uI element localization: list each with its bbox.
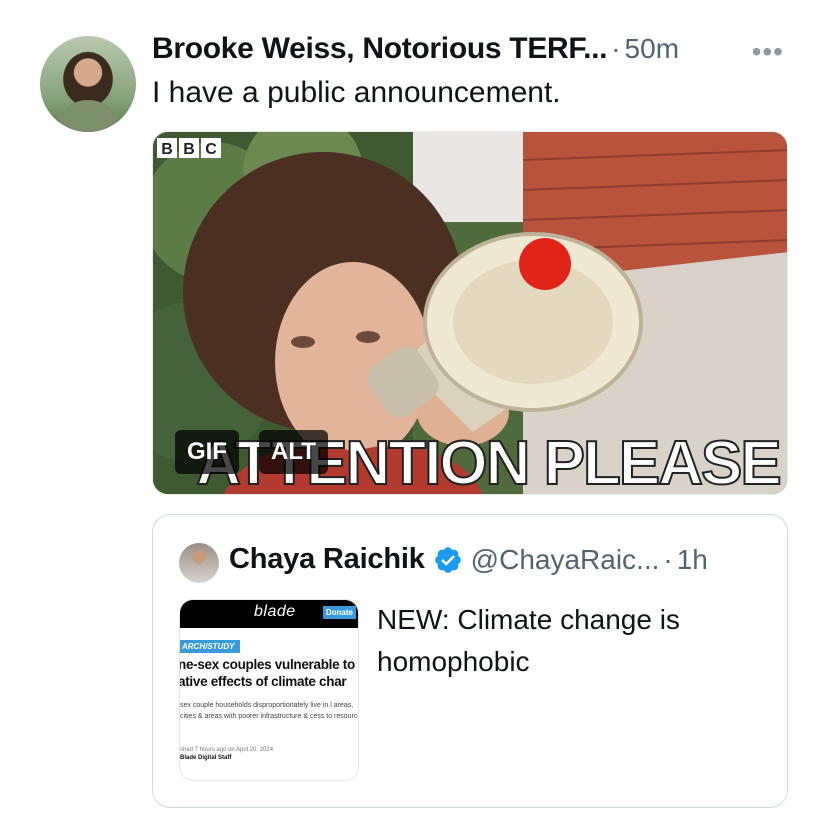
more-icon[interactable]: •••: [752, 36, 784, 68]
quote-author-handle[interactable]: @ChayaRaic...: [471, 544, 660, 576]
quote-author-name[interactable]: Chaya Raichik: [229, 543, 425, 576]
gif-frame: B B C ATTENTION PLEASE: [153, 132, 787, 494]
category-tag: ARCH/STUDY: [180, 640, 241, 653]
article-subhead: sex couple households disproportionately…: [180, 702, 359, 720]
quote-author-avatar[interactable]: [179, 543, 219, 583]
author-name[interactable]: Brooke Weiss, Notorious TERF...: [152, 32, 608, 66]
separator-dot: ·: [663, 543, 673, 575]
article-headline: ne-sex couples vulnerable to ative effec…: [179, 657, 355, 689]
quoted-tweet[interactable]: Chaya Raichik @ChayaRaic... · 1h blade D…: [152, 514, 788, 808]
quote-timestamp[interactable]: 1h: [677, 544, 708, 576]
byline-author: Blade Digital Staff: [180, 755, 232, 761]
gif-badge[interactable]: GIF: [175, 430, 239, 474]
tweet-text: I have a public announcement.: [152, 76, 561, 109]
blade-logo: blade: [254, 603, 296, 620]
quote-media-thumbnail[interactable]: blade Donate ARCH/STUDY ne-sex couples v…: [179, 599, 359, 781]
alt-badge[interactable]: ALT: [259, 430, 328, 474]
donate-label: Donate: [322, 606, 356, 619]
article-byline: shed 7 hours ago on April 20, 2024 Blade…: [180, 746, 358, 762]
quote-text: NEW: Climate change is homophobic: [377, 604, 680, 677]
tweet-media-gif[interactable]: B B C ATTENTION PLEASE GIF ALT: [152, 131, 788, 495]
tweet-header: Brooke Weiss, Notorious TERF... · 50m: [152, 32, 679, 66]
separator-dot: ·: [611, 33, 621, 64]
svg-text:B: B: [183, 141, 195, 158]
byline-date: shed 7 hours ago on April 20, 2024: [180, 747, 274, 753]
author-avatar[interactable]: [40, 36, 136, 132]
verified-badge-icon: [434, 546, 461, 573]
tweet-timestamp[interactable]: 50m: [625, 33, 679, 65]
quote-header: Chaya Raichik @ChayaRaic... · 1h: [229, 543, 708, 576]
svg-text:C: C: [205, 141, 217, 158]
svg-text:B: B: [161, 141, 173, 158]
